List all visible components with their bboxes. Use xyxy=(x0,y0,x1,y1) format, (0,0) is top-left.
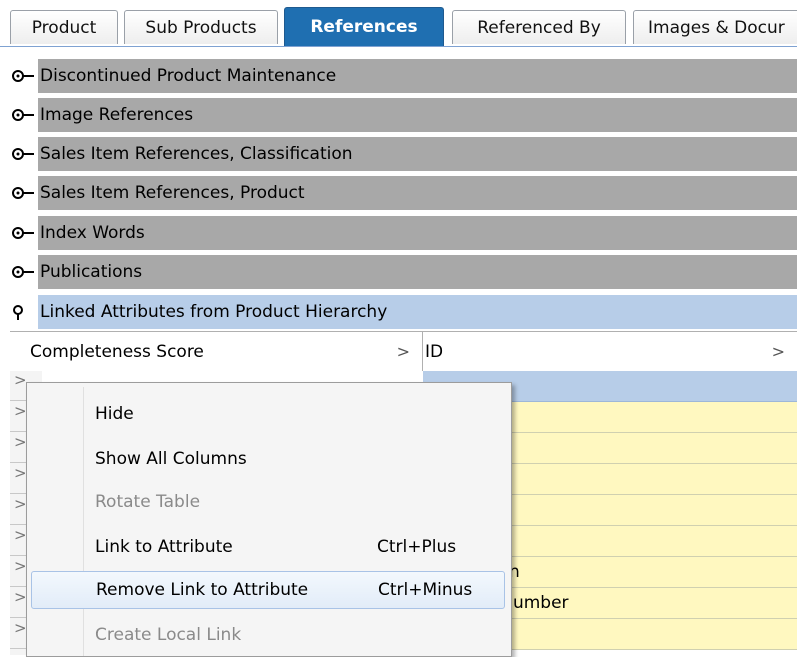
menu-item-label: Hide xyxy=(95,404,134,424)
context-menu: Hide Show All Columns Rotate Table Link to … xyxy=(26,382,512,657)
chevron-right-icon[interactable]: > xyxy=(772,342,785,361)
section-header[interactable]: Image References xyxy=(10,98,797,132)
tab-label: Sub Products xyxy=(145,17,257,38)
column-label: ID xyxy=(425,341,444,362)
section-label: Image References xyxy=(40,105,194,125)
section-label: Publications xyxy=(40,262,143,282)
menu-item-label: Remove Link to Attribute xyxy=(96,580,309,600)
menu-item-shortcut: Ctrl+Plus xyxy=(377,537,457,557)
section-bar xyxy=(38,255,797,289)
tab-label: Product xyxy=(31,17,97,38)
chevron-right-icon[interactable]: > xyxy=(397,342,410,361)
tab-label: Images & Docur xyxy=(648,17,785,38)
menu-item[interactable]: Rotate Table xyxy=(31,483,505,521)
column-header-id[interactable]: ID > xyxy=(423,332,797,371)
section-header[interactable]: Sales Item References, Product xyxy=(10,176,797,210)
expand-toggle-icon[interactable] xyxy=(10,68,36,84)
expand-toggle-icon[interactable] xyxy=(10,225,36,241)
tab-images-documents[interactable]: Images & Docur xyxy=(633,10,797,44)
menu-item-label: Rotate Table xyxy=(95,492,201,512)
menu-item[interactable]: Show All Columns xyxy=(31,440,505,478)
expand-toggle-icon[interactable] xyxy=(10,264,36,280)
menu-item[interactable]: Remove Link to Attribute Ctrl+Minus xyxy=(31,571,505,609)
tab-label: References xyxy=(310,17,418,37)
tab-referenced-by[interactable]: Referenced By xyxy=(452,10,626,44)
menu-item-label: Link to Attribute xyxy=(95,537,233,557)
section-bar xyxy=(38,216,797,250)
column-label: Completeness Score xyxy=(30,341,204,362)
pin-expanded-icon[interactable] xyxy=(10,304,36,320)
section-label: Linked Attributes from Product Hierarchy xyxy=(40,302,388,322)
section-header[interactable]: Index Words xyxy=(10,216,797,250)
section-header[interactable]: Linked Attributes from Product Hierarchy xyxy=(10,295,797,329)
expand-toggle-icon[interactable] xyxy=(10,107,36,123)
menu-item-label: Create Local Link xyxy=(95,625,242,645)
menu-item-label: Show All Columns xyxy=(95,449,247,469)
grid-header: Completeness Score > ID > xyxy=(10,331,797,372)
section-header[interactable]: Publications xyxy=(10,255,797,289)
section-label: Discontinued Product Maintenance xyxy=(40,66,337,86)
menu-item[interactable]: Hide xyxy=(31,395,505,433)
section-label: Sales Item References, Classification xyxy=(40,144,353,164)
section-header[interactable]: Discontinued Product Maintenance xyxy=(10,59,797,93)
menu-item-shortcut: Ctrl+Minus xyxy=(378,580,473,600)
expand-toggle-icon[interactable] xyxy=(10,185,36,201)
tab-strip: Product Sub Products References Referenc… xyxy=(0,0,797,47)
expand-toggle-icon[interactable] xyxy=(10,146,36,162)
menu-item[interactable]: Create Local Link xyxy=(31,616,505,654)
section-header[interactable]: Sales Item References, Classification xyxy=(10,137,797,171)
section-label: Index Words xyxy=(40,223,145,243)
section-label: Sales Item References, Product xyxy=(40,183,305,203)
tab-sub-products[interactable]: Sub Products xyxy=(124,10,278,44)
menu-item[interactable]: Link to Attribute Ctrl+Plus xyxy=(31,528,505,566)
tab-product[interactable]: Product xyxy=(10,10,118,44)
tab-label: Referenced By xyxy=(477,17,601,38)
tab-references[interactable]: References xyxy=(284,7,444,46)
column-header-completeness-score[interactable]: Completeness Score > xyxy=(10,332,423,371)
